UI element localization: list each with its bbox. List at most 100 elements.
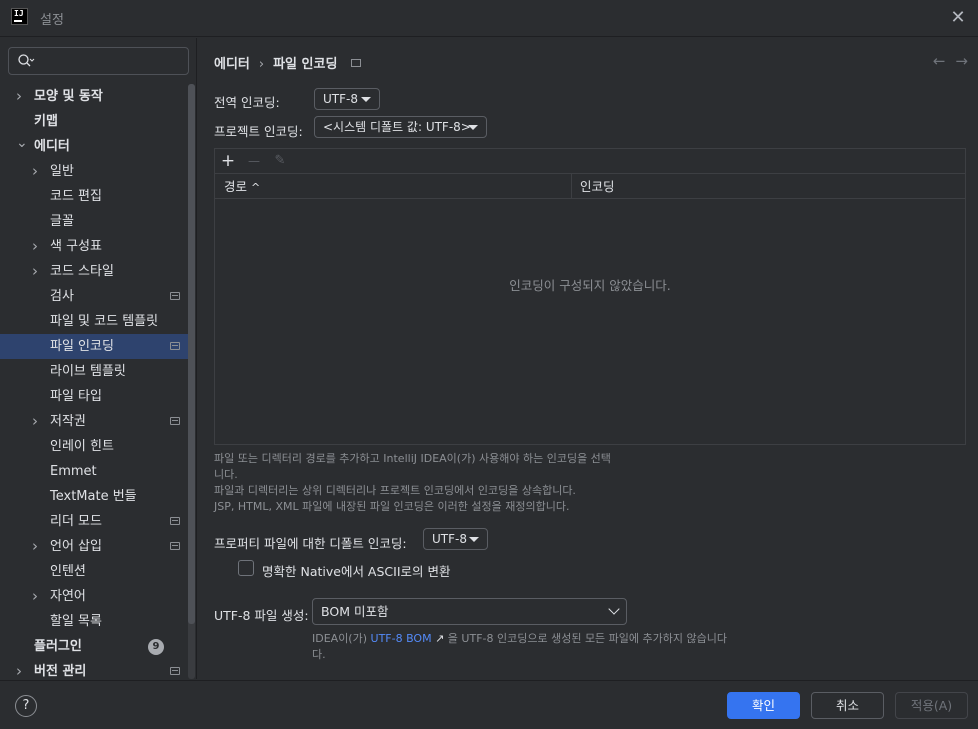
bom-hint: IDEA이(가) UTF-8 BOM ↗ 을 UTF-8 인코딩으로 생성된 모… bbox=[312, 632, 727, 661]
sidebar-item-label: 자연어 bbox=[50, 589, 86, 604]
chevron-right-icon[interactable]: › bbox=[32, 409, 44, 434]
sidebar-item[interactable]: 파일 인코딩 bbox=[0, 334, 188, 359]
intellij-app-icon: IJ bbox=[11, 8, 28, 25]
forward-arrow-icon[interactable]: → bbox=[955, 52, 968, 70]
bom-dropdown[interactable]: BOM 미포함 bbox=[312, 598, 627, 625]
sidebar-item-label: 일반 bbox=[50, 164, 74, 179]
edit-pencil-icon[interactable]: ✎ bbox=[270, 151, 290, 171]
sidebar-item[interactable]: TextMate 번들 bbox=[0, 484, 188, 509]
sidebar-item-label: 에디터 bbox=[34, 139, 70, 154]
chevron-right-icon[interactable]: › bbox=[32, 259, 44, 284]
chevron-right-icon[interactable]: › bbox=[32, 584, 44, 609]
cancel-button[interactable]: 취소 bbox=[811, 692, 884, 719]
sidebar-item[interactable]: 플러그인 9 bbox=[0, 634, 188, 659]
chevron-down-icon bbox=[608, 603, 620, 615]
sidebar-item-label: 색 구성표 bbox=[50, 239, 102, 254]
ok-button[interactable]: 확인 bbox=[727, 692, 800, 719]
column-header-encoding[interactable]: 인코딩 bbox=[580, 174, 615, 199]
global-encoding-label: 전역 인코딩: bbox=[214, 95, 280, 110]
sidebar-item-label: 검사 bbox=[50, 289, 74, 304]
project-scope-icon bbox=[170, 517, 180, 525]
help-icon[interactable]: ? bbox=[15, 695, 37, 717]
sidebar-item-label: 할일 목록 bbox=[50, 614, 102, 629]
properties-encoding-dropdown[interactable]: UTF-8 bbox=[423, 528, 488, 550]
column-divider[interactable] bbox=[571, 174, 572, 199]
properties-encoding-label: 프로퍼티 파일에 대한 디폴트 인코딩: bbox=[214, 536, 407, 551]
project-encoding-dropdown[interactable]: <시스템 디폴트 값: UTF-8> bbox=[314, 116, 487, 138]
sidebar-scrollbar[interactable] bbox=[188, 84, 195, 679]
table-empty-text: 인코딩이 구성되지 않았습니다. bbox=[509, 278, 671, 293]
sidebar-item[interactable]: 인레이 힌트 bbox=[0, 434, 188, 459]
window-title: 설정 bbox=[40, 13, 64, 28]
sidebar-item-label: 인텐션 bbox=[50, 564, 86, 579]
sidebar-item[interactable]: 리더 모드 bbox=[0, 509, 188, 534]
global-encoding-value: UTF-8 bbox=[323, 92, 358, 106]
breadcrumb-current: 파일 인코딩 bbox=[273, 57, 338, 72]
column-header-path[interactable]: 경로 ^ bbox=[224, 174, 260, 199]
caret-down-icon bbox=[468, 125, 478, 130]
sidebar-item[interactable]: › 언어 삽입 bbox=[0, 534, 188, 559]
sidebar-item-label: 버전 관리 bbox=[34, 664, 87, 679]
sidebar-item[interactable]: 글꼴 bbox=[0, 209, 188, 234]
remove-icon[interactable]: — bbox=[244, 151, 264, 171]
table-header: 경로 ^ 인코딩 bbox=[215, 174, 965, 199]
settings-search-input[interactable] bbox=[8, 47, 189, 75]
project-scope-icon bbox=[170, 342, 180, 350]
sidebar-item[interactable]: Emmet bbox=[0, 459, 188, 484]
chevron-right-icon[interactable]: › bbox=[32, 234, 44, 259]
project-encoding-label: 프로젝트 인코딩: bbox=[214, 124, 303, 139]
sidebar-item[interactable]: 코드 편집 bbox=[0, 184, 188, 209]
bom-value: BOM 미포함 bbox=[321, 604, 389, 619]
back-arrow-icon[interactable]: ← bbox=[933, 52, 946, 70]
native-to-ascii-label[interactable]: 명확한 Native에서 ASCII로의 변환 bbox=[262, 561, 450, 580]
settings-tree: › 모양 및 동작키맵 ⌄ 에디터 › 일반코드 편집글꼴 › 색 구성표 › 코드 스타일검사파… bbox=[0, 84, 188, 679]
caret-down-icon bbox=[361, 97, 371, 102]
sidebar-item[interactable]: › 버전 관리 bbox=[0, 659, 188, 679]
add-icon[interactable]: + bbox=[218, 151, 238, 171]
sidebar-item[interactable]: › 코드 스타일 bbox=[0, 259, 188, 284]
apply-button[interactable]: 적용(A) bbox=[895, 692, 968, 719]
sidebar-item-label: 파일 및 코드 템플릿 bbox=[50, 314, 159, 329]
sidebar-item-label: 글꼴 bbox=[50, 214, 74, 229]
sidebar-item[interactable]: 인텐션 bbox=[0, 559, 188, 584]
sidebar-item[interactable]: 라이브 템플릿 bbox=[0, 359, 188, 384]
sidebar-item[interactable]: 할일 목록 bbox=[0, 609, 188, 634]
hint-line: 니다. bbox=[214, 468, 238, 481]
encoding-hint: 파일 또는 디렉터리 경로를 추가하고 IntelliJ IDEA이(가) 사용… bbox=[214, 451, 611, 515]
hint-line: 파일과 디렉터리는 상위 디렉터리나 프로젝트 인코딩에서 인코딩을 상속합니다… bbox=[214, 484, 576, 497]
sidebar-item[interactable]: 파일 타입 bbox=[0, 384, 188, 409]
chevron-right-icon[interactable]: › bbox=[16, 84, 28, 109]
sidebar-scroll-thumb[interactable] bbox=[188, 84, 195, 624]
sidebar-item-label: 코드 스타일 bbox=[50, 264, 114, 279]
search-icon bbox=[18, 54, 35, 67]
sidebar-item[interactable]: 키맵 bbox=[0, 109, 188, 134]
project-scope-icon bbox=[170, 417, 180, 425]
history-nav: ← → bbox=[923, 52, 968, 70]
chevron-right-icon[interactable]: › bbox=[16, 659, 28, 679]
sidebar-item[interactable]: ⌄ 에디터 bbox=[0, 134, 188, 159]
updates-count-badge: 9 bbox=[148, 639, 164, 655]
utf8-bom-link[interactable]: UTF-8 BOM bbox=[371, 632, 432, 645]
chevron-right-icon[interactable]: › bbox=[32, 534, 44, 559]
table-toolbar: + — ✎ bbox=[215, 149, 965, 174]
chevron-right-icon[interactable]: › bbox=[32, 159, 44, 184]
sidebar-item[interactable]: › 모양 및 동작 bbox=[0, 84, 188, 109]
sort-ascending-icon: ^ bbox=[251, 181, 261, 194]
native-to-ascii-checkbox[interactable] bbox=[238, 560, 254, 576]
sidebar-item-label: 라이브 템플릿 bbox=[50, 364, 126, 379]
breadcrumb-separator: › bbox=[258, 57, 265, 72]
sidebar-item[interactable]: 검사 bbox=[0, 284, 188, 309]
title-bar: IJ 설정 ✕ bbox=[0, 0, 978, 37]
sidebar-item[interactable]: › 일반 bbox=[0, 159, 188, 184]
chevron-down-icon[interactable]: ⌄ bbox=[16, 134, 28, 159]
project-scope-icon bbox=[170, 542, 180, 550]
sidebar-item[interactable]: › 색 구성표 bbox=[0, 234, 188, 259]
sidebar-item[interactable]: 파일 및 코드 템플릿 bbox=[0, 309, 188, 334]
sidebar-item-label: 모양 및 동작 bbox=[34, 89, 103, 104]
sidebar-item[interactable]: › 자연어 bbox=[0, 584, 188, 609]
sidebar-item[interactable]: › 저작권 bbox=[0, 409, 188, 434]
close-icon[interactable]: ✕ bbox=[947, 7, 969, 29]
global-encoding-dropdown[interactable]: UTF-8 bbox=[314, 88, 380, 110]
breadcrumb-parent[interactable]: 에디터 bbox=[214, 57, 250, 72]
external-link-icon[interactable]: ↗ bbox=[435, 632, 444, 645]
